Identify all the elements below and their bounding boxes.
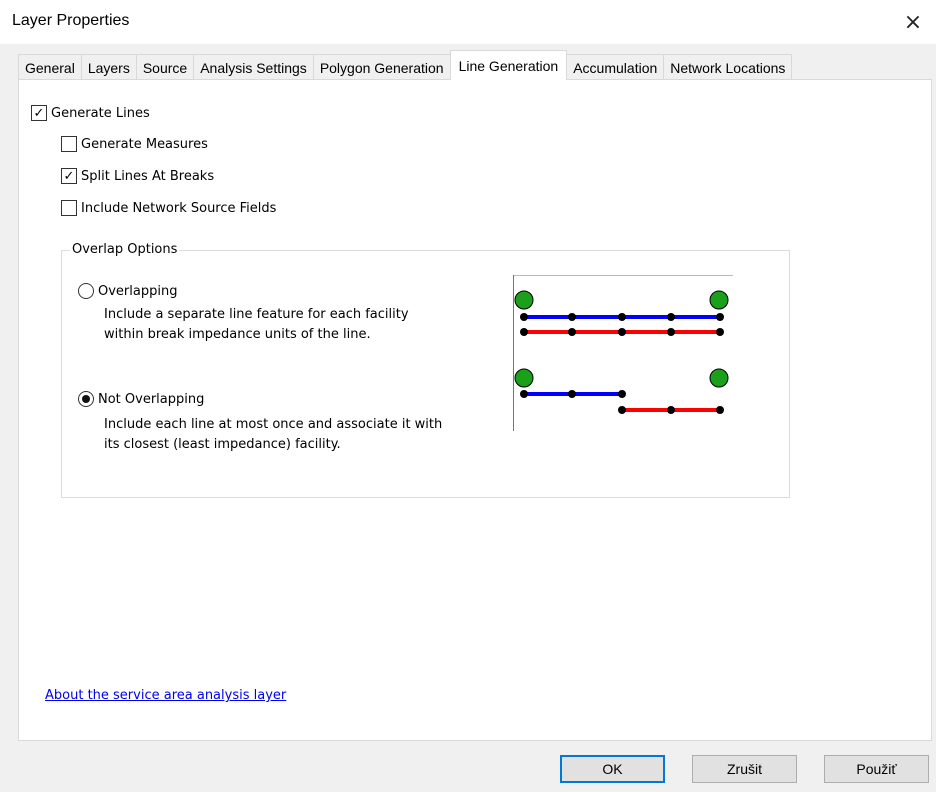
overlapping-label: Overlapping bbox=[98, 283, 178, 299]
overlapping-desc-line2: within break impedance units of the line… bbox=[104, 327, 371, 342]
tab-bar: General Layers Source Analysis Settings … bbox=[18, 50, 793, 80]
generate-lines-option[interactable]: ✓ Generate Lines bbox=[31, 105, 150, 121]
line-generation-panel: ✓ Generate Lines Generate Measures ✓ Spl… bbox=[18, 79, 932, 741]
generate-measures-checkbox[interactable] bbox=[61, 136, 77, 152]
tab-general[interactable]: General bbox=[18, 54, 82, 80]
ok-button[interactable]: OK bbox=[560, 755, 665, 783]
check-icon: ✓ bbox=[33, 105, 45, 121]
generate-lines-label: Generate Lines bbox=[51, 105, 150, 121]
not-overlapping-radio[interactable] bbox=[78, 391, 94, 407]
tab-analysis-settings[interactable]: Analysis Settings bbox=[193, 54, 314, 80]
facility-marker bbox=[514, 368, 534, 388]
overlap-options-legend: Overlap Options bbox=[70, 242, 180, 257]
not-overlapping-desc-line2: its closest (least impedance) facility. bbox=[104, 437, 341, 452]
overlap-options-group: Overlap Options Overlapping Include a se… bbox=[61, 242, 790, 498]
overlapping-option[interactable]: Overlapping bbox=[78, 283, 177, 299]
overlapping-desc-line1: Include a separate line feature for each… bbox=[104, 307, 409, 322]
facility-marker bbox=[709, 368, 729, 388]
not-overlapping-label: Not Overlapping bbox=[98, 391, 205, 407]
generate-measures-option[interactable]: Generate Measures bbox=[61, 136, 208, 152]
split-lines-checkbox[interactable]: ✓ bbox=[61, 168, 77, 184]
cancel-button[interactable]: Zrušit bbox=[692, 755, 797, 783]
close-icon[interactable]: × bbox=[904, 10, 922, 35]
tab-layers[interactable]: Layers bbox=[80, 54, 137, 80]
not-overlapping-description: Include each line at most once and assoc… bbox=[104, 415, 442, 455]
not-overlapping-option[interactable]: Not Overlapping bbox=[78, 391, 204, 407]
window-title: Layer Properties bbox=[12, 12, 130, 29]
include-source-fields-option[interactable]: Include Network Source Fields bbox=[61, 200, 276, 216]
tab-network-locations[interactable]: Network Locations bbox=[663, 54, 793, 80]
tab-source[interactable]: Source bbox=[135, 54, 195, 80]
not-overlapping-desc-line1: Include each line at most once and assoc… bbox=[104, 417, 443, 432]
overlapping-description: Include a separate line feature for each… bbox=[104, 305, 409, 345]
facility-marker bbox=[514, 290, 534, 310]
include-source-fields-label: Include Network Source Fields bbox=[81, 200, 277, 216]
tab-line-generation[interactable]: Line Generation bbox=[449, 50, 568, 80]
facility-marker bbox=[709, 290, 729, 310]
apply-button[interactable]: Použiť bbox=[824, 755, 929, 783]
split-lines-label: Split Lines At Breaks bbox=[81, 168, 215, 184]
title-bar: Layer Properties × bbox=[0, 0, 936, 44]
overlapping-radio[interactable] bbox=[78, 283, 94, 299]
tab-accumulation[interactable]: Accumulation bbox=[566, 54, 665, 80]
generate-lines-checkbox[interactable]: ✓ bbox=[31, 105, 47, 121]
about-service-area-link[interactable]: About the service area analysis layer bbox=[45, 688, 286, 703]
tab-polygon-generation[interactable]: Polygon Generation bbox=[312, 54, 451, 80]
generate-measures-label: Generate Measures bbox=[81, 136, 208, 152]
split-lines-option[interactable]: ✓ Split Lines At Breaks bbox=[61, 168, 214, 184]
check-icon: ✓ bbox=[63, 168, 75, 184]
close-button[interactable]: × bbox=[890, 0, 936, 44]
include-source-fields-checkbox[interactable] bbox=[61, 200, 77, 216]
overlap-diagram bbox=[513, 275, 733, 431]
